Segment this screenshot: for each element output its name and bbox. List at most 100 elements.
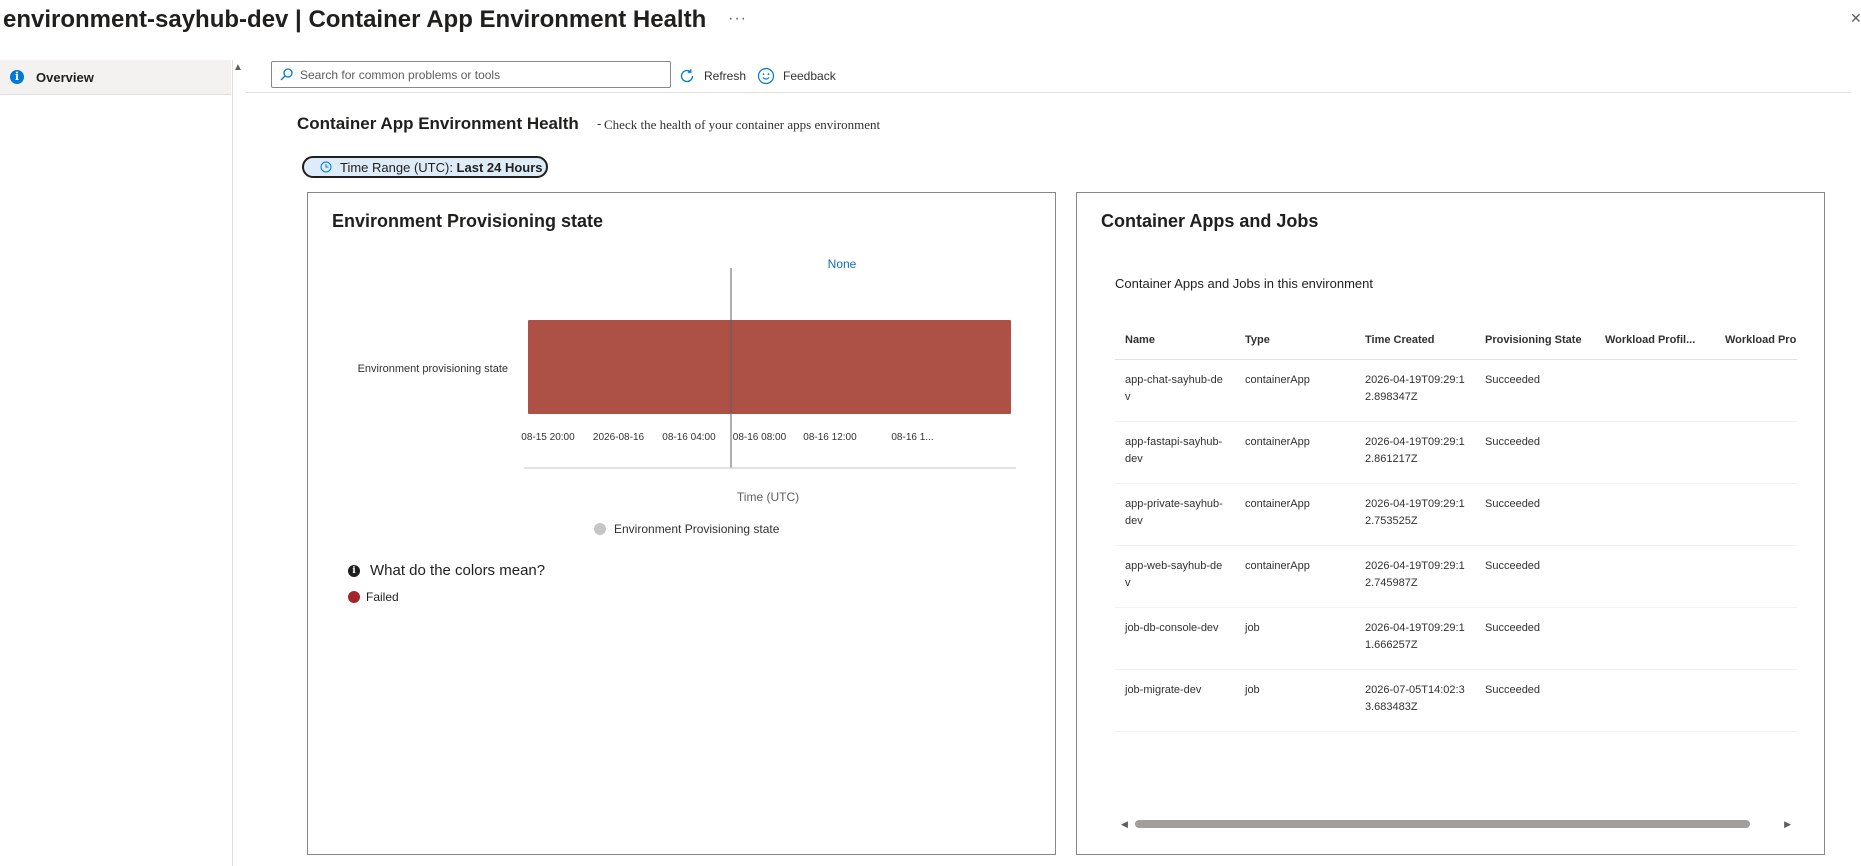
feedback-label: Feedback (783, 69, 836, 83)
apps-table: Name Type Time Created Provisioning Stat… (1115, 321, 1797, 732)
cell-name: job-migrate-dev (1115, 669, 1235, 732)
cell-created: 2026-04-19T09:29:12.861217Z (1355, 421, 1475, 484)
cell-type: containerApp (1235, 483, 1355, 546)
page-title: environment-sayhub-dev | Container App E… (3, 6, 707, 33)
cell-workload-profile (1595, 359, 1715, 422)
info-icon: i (10, 70, 24, 84)
cell-state: Succeeded (1475, 545, 1595, 608)
cell-type: containerApp (1235, 545, 1355, 608)
provisioning-chart: None Environment provisioning state 08-1… (358, 257, 1016, 504)
provisioning-panel: Environment Provisioning state None Envi… (307, 192, 1056, 855)
refresh-icon (680, 69, 694, 83)
colors-legend-item: Failed (348, 590, 399, 604)
more-options-button[interactable]: ··· (728, 10, 747, 28)
cell-created: 2026-04-19T09:29:12.753525Z (1355, 483, 1475, 546)
chart-x-ticks: 08-15 20:00 2026-08-16 08-16 04:00 08-16 08… (521, 432, 933, 443)
cell-type: containerApp (1235, 421, 1355, 484)
time-range-button[interactable]: Time Range (UTC): Last 24 Hours (302, 156, 548, 178)
column-header[interactable]: Time Created (1355, 321, 1475, 360)
apps-panel-title: Container Apps and Jobs (1101, 211, 1319, 231)
info-icon: i (348, 564, 360, 577)
sidebar-item-overview[interactable]: i Overview (0, 60, 231, 95)
cell-state: Succeeded (1475, 359, 1595, 422)
heading-separator: - (597, 116, 602, 131)
cell-workload-profile-2 (1715, 359, 1797, 422)
cell-workload-profile-2 (1715, 669, 1797, 732)
table-row[interactable]: app-web-sayhub-dev containerApp 2026-04-… (1115, 545, 1797, 608)
cell-state: Succeeded (1475, 483, 1595, 546)
cell-created: 2026-04-19T09:29:12.898347Z (1355, 359, 1475, 422)
chart-legend[interactable]: Environment Provisioning state (594, 522, 779, 536)
cell-state: Succeeded (1475, 669, 1595, 732)
cell-created: 2026-04-19T09:29:11.666257Z (1355, 607, 1475, 670)
chart-x-tick-label: 08-16 1... (891, 432, 933, 443)
cell-state: Succeeded (1475, 607, 1595, 670)
scrollbar-thumb[interactable] (1135, 820, 1750, 828)
chart-x-tick-label: 2026-08-16 (593, 432, 645, 443)
search-input[interactable] (298, 66, 670, 83)
cell-workload-profile (1595, 607, 1715, 670)
colors-question: i What do the colors mean? (348, 562, 545, 579)
refresh-button[interactable]: Refresh (678, 67, 746, 85)
cell-workload-profile-2 (1715, 607, 1797, 670)
cell-workload-profile-2 (1715, 421, 1797, 484)
cell-workload-profile-2 (1715, 545, 1797, 608)
chart-x-tick-label: 08-16 12:00 (803, 432, 857, 443)
toolbar-divider (246, 92, 1851, 93)
search-box[interactable] (271, 61, 671, 88)
table-row[interactable]: job-db-console-dev job 2026-04-19T09:29:… (1115, 607, 1797, 670)
section-subheading: Check the health of your container apps … (604, 117, 881, 132)
scroll-right-icon[interactable]: ▶ (1784, 819, 1791, 830)
horizontal-scrollbar[interactable]: ◀ ▶ (1121, 817, 1791, 831)
cell-state: Succeeded (1475, 421, 1595, 484)
chart-marker-label: None (828, 257, 857, 271)
cell-type: job (1235, 669, 1355, 732)
apps-table-caption: Container Apps and Jobs in this environm… (1115, 276, 1373, 291)
time-range-prefix: Time Range (UTC): (340, 159, 457, 175)
cell-type: containerApp (1235, 359, 1355, 422)
table-row[interactable]: app-private-sayhub-dev containerApp 2026… (1115, 483, 1797, 546)
refresh-label: Refresh (704, 69, 747, 83)
cell-workload-profile (1595, 669, 1715, 732)
cell-name: app-chat-sayhub-dev (1115, 359, 1235, 422)
cell-workload-profile (1595, 483, 1715, 546)
apps-table-container: Name Type Time Created Provisioning Stat… (1115, 321, 1797, 813)
chart-x-tick-label: 08-16 08:00 (733, 432, 787, 443)
search-icon (280, 68, 298, 81)
cell-created: 2026-07-05T14:02:33.683483Z (1355, 669, 1475, 732)
legend-swatch (594, 523, 606, 535)
cell-name: job-db-console-dev (1115, 607, 1235, 670)
close-icon[interactable]: ✕ (1850, 10, 1861, 27)
column-header[interactable]: Provisioning State (1475, 321, 1595, 360)
cell-name: app-private-sayhub-dev (1115, 483, 1235, 546)
table-row[interactable]: app-chat-sayhub-dev containerApp 2026-04… (1115, 359, 1797, 422)
chart-status-bar (528, 320, 1011, 414)
apps-panel: Container Apps and Jobs Container Apps a… (1076, 192, 1825, 855)
column-header[interactable]: Name (1115, 321, 1235, 360)
column-header[interactable]: Workload Profil... (1595, 321, 1715, 360)
time-range-value: Last 24 Hours (456, 159, 543, 175)
cell-workload-profile (1595, 545, 1715, 608)
cell-workload-profile-2 (1715, 483, 1797, 546)
table-row[interactable]: job-migrate-dev job 2026-07-05T14:02:33.… (1115, 669, 1797, 732)
colors-legend-label: Failed (366, 590, 399, 604)
legend-label: Environment Provisioning state (614, 522, 780, 536)
colors-question-text: What do the colors mean? (370, 562, 546, 579)
cell-name: app-fastapi-sayhub-dev (1115, 421, 1235, 484)
chart-x-axis-label: Time (UTC) (737, 490, 799, 504)
table-row[interactable]: app-fastapi-sayhub-dev containerApp 2026… (1115, 421, 1797, 484)
chart-x-tick-label: 08-15 20:00 (521, 432, 575, 443)
section-heading: Container App Environment Health (297, 114, 579, 133)
column-header[interactable]: Type (1235, 321, 1355, 360)
collapse-sidebar-icon[interactable]: ▲ (233, 62, 243, 73)
chart-x-tick-label: 08-16 04:00 (662, 432, 716, 443)
failed-status-dot (348, 591, 360, 603)
sidebar-item-label: Overview (36, 69, 94, 85)
clock-icon (320, 161, 332, 173)
smiley-icon (757, 67, 775, 85)
feedback-button[interactable]: Feedback (757, 67, 836, 85)
scroll-left-icon[interactable]: ◀ (1121, 819, 1128, 830)
column-header[interactable]: Workload Pro (1715, 321, 1797, 360)
cell-created: 2026-04-19T09:29:12.745987Z (1355, 545, 1475, 608)
chart-category-label: Environment provisioning state (358, 363, 508, 375)
